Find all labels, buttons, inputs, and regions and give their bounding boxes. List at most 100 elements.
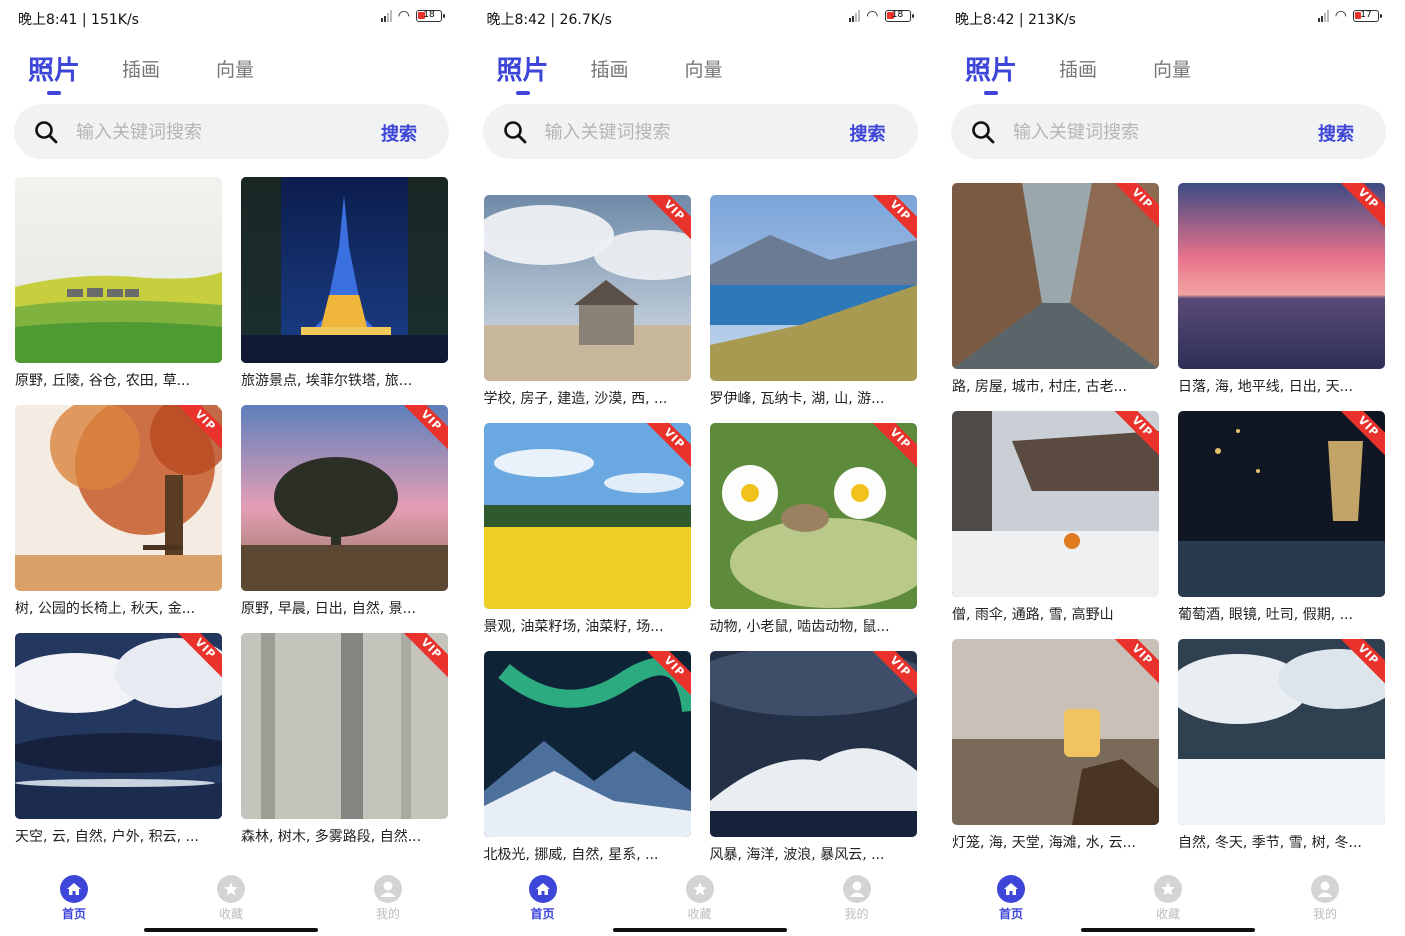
phone-screen: 晚上8:41 | 151K/s ◠ 18 照片 插画 向量搜索 原野, 丘陵, 谷仓, 农… [0, 0, 468, 936]
search-input[interactable] [76, 117, 356, 147]
tab-label: 插画 [122, 59, 161, 81]
tab-illustration[interactable]: 插画 [122, 55, 160, 82]
image-card[interactable]: VIP 天空, 云, 自然, 户外, 积云, ... [15, 633, 222, 847]
tab-illustration[interactable]: 插画 [591, 55, 629, 82]
image-card[interactable]: VIP 动物, 小老鼠, 啮齿动物, 鼠... [709, 423, 917, 637]
battery-text: 18 [891, 10, 904, 20]
nav-label: 首页 [998, 907, 1023, 921]
status-bar: 晚上8:41 | 151K/s ◠ 18 [0, 0, 468, 36]
image-thumbnail[interactable]: VIP [1178, 411, 1385, 597]
search-input[interactable] [1013, 117, 1293, 147]
search-icon [34, 120, 58, 144]
tab-label: 向量 [1153, 59, 1192, 81]
image-card[interactable]: VIP 树, 公园的长椅上, 秋天, 金... [15, 405, 222, 619]
image-thumbnail[interactable]: VIP [952, 639, 1159, 825]
tab-label: 向量 [684, 59, 723, 81]
screenshot-root: 晚上8:41 | 151K/s ◠ 18 照片 插画 向量搜索 原野, 丘陵, 谷仓, 农… [0, 0, 1405, 936]
home-indicator[interactable] [1081, 928, 1255, 932]
image-thumbnail[interactable] [15, 177, 222, 363]
image-thumbnail[interactable]: VIP [241, 633, 448, 819]
tab-illustration[interactable]: 插画 [1059, 55, 1097, 82]
image-card[interactable]: VIP 北极光, 挪威, 自然, 星系, ... [483, 651, 691, 865]
signal-icon [849, 10, 861, 22]
tab-vector[interactable]: 向量 [1153, 55, 1191, 82]
search-input[interactable] [544, 117, 825, 147]
nav-profile[interactable]: 我的 [1295, 875, 1355, 922]
home-icon [60, 875, 88, 903]
search-bar: 搜索 [14, 104, 449, 159]
nav-favorites[interactable]: 收藏 [201, 875, 261, 922]
image-thumbnail[interactable]: VIP [952, 411, 1159, 597]
tab-vector[interactable]: 向量 [685, 55, 723, 82]
search-button[interactable]: 搜索 [850, 120, 886, 146]
nav-profile[interactable]: 我的 [827, 875, 887, 922]
image-card[interactable]: VIP 罗伊峰, 瓦纳卡, 湖, 山, 游... [709, 195, 917, 409]
status-time: 晚上8:42 | 26.7K/s [486, 12, 612, 28]
image-thumbnail[interactable]: VIP [483, 423, 691, 609]
tab-label: 向量 [216, 59, 255, 81]
image-card[interactable]: VIP 风暴, 海洋, 波浪, 暴风云, ... [709, 651, 917, 865]
tab-indicator [515, 91, 530, 95]
tab-photo[interactable]: 照片 [965, 50, 1017, 95]
image-caption: 原野, 早晨, 日出, 自然, 景... [241, 601, 416, 617]
status-bar: 晚上8:42 | 26.7K/s ◠ 18 [469, 0, 937, 36]
tab-label: 照片 [28, 56, 81, 86]
image-thumbnail[interactable]: VIP [483, 195, 691, 381]
bottom-nav: 首页 收藏 我的 [468, 865, 937, 936]
image-caption: 路, 房屋, 城市, 村庄, 古老... [952, 379, 1127, 395]
nav-favorites[interactable]: 收藏 [670, 875, 730, 922]
image-thumbnail[interactable]: VIP [709, 195, 917, 381]
image-card[interactable]: VIP 灯笼, 海, 天堂, 海滩, 水, 云... [952, 639, 1159, 853]
image-card[interactable]: VIP 葡萄酒, 眼镜, 吐司, 假期, ... [1178, 411, 1385, 625]
nav-profile[interactable]: 我的 [358, 875, 418, 922]
signal-icon [1317, 10, 1329, 22]
search-button[interactable]: 搜索 [1318, 120, 1354, 146]
search-button[interactable]: 搜索 [381, 120, 417, 146]
home-indicator[interactable] [144, 928, 318, 932]
image-thumbnail[interactable]: VIP [241, 405, 448, 591]
image-thumbnail[interactable]: VIP [1178, 639, 1385, 825]
nav-label: 首页 [530, 907, 555, 921]
image-thumbnail[interactable]: VIP [1178, 183, 1385, 369]
category-tabs: 照片 插画 向量 [937, 50, 1405, 95]
nav-home[interactable]: 首页 [44, 875, 104, 922]
tab-photo[interactable]: 照片 [497, 50, 549, 95]
image-card[interactable]: VIP 原野, 早晨, 日出, 自然, 景... [241, 405, 448, 619]
image-card[interactable]: VIP 僧, 雨伞, 通路, 雪, 高野山 [952, 411, 1159, 625]
image-thumbnail[interactable] [241, 177, 448, 363]
status-icons: ◠ 18 [380, 9, 445, 23]
image-card[interactable]: VIP 自然, 冬天, 季节, 雪, 树, 冬... [1178, 639, 1385, 853]
image-card[interactable]: VIP 学校, 房子, 建造, 沙漠, 西, ... [483, 195, 691, 409]
status-time: 晚上8:41 | 151K/s [18, 12, 139, 28]
image-thumbnail[interactable]: VIP [15, 405, 222, 591]
tab-label: 插画 [1059, 59, 1098, 81]
tab-photo[interactable]: 照片 [28, 50, 81, 95]
search-bar: 搜索 [951, 104, 1386, 159]
image-thumbnail[interactable]: VIP [709, 651, 917, 837]
image-thumbnail[interactable]: VIP [15, 633, 222, 819]
image-card[interactable]: 旅游景点, 埃菲尔铁塔, 旅... [241, 177, 448, 391]
status-icons: ◠ 18 [849, 9, 914, 23]
bottom-nav: 首页 收藏 我的 [937, 865, 1405, 936]
image-caption: 自然, 冬天, 季节, 雪, 树, 冬... [1178, 835, 1362, 851]
image-grid: 原野, 丘陵, 谷仓, 农田, 草... 旅游景点, 埃菲尔铁塔, 旅... V… [15, 177, 449, 847]
image-thumbnail[interactable]: VIP [709, 423, 917, 609]
image-card[interactable]: VIP 景观, 油菜籽场, 油菜籽, 场... [483, 423, 691, 637]
image-card[interactable]: VIP 森林, 树木, 多雾路段, 自然... [241, 633, 448, 847]
battery-icon: 17 [1353, 10, 1382, 22]
nav-home[interactable]: 首页 [513, 875, 573, 922]
nav-home[interactable]: 首页 [981, 875, 1041, 922]
nav-label: 收藏 [1155, 907, 1180, 921]
image-card[interactable]: 原野, 丘陵, 谷仓, 农田, 草... [15, 177, 222, 391]
image-caption: 景观, 油菜籽场, 油菜籽, 场... [483, 619, 664, 635]
image-caption: 风暴, 海洋, 波浪, 暴风云, ... [709, 847, 885, 863]
phone-screen: 晚上8:42 | 213K/s ◠ 17 照片 插画 向量搜索 VIP 路, 房屋, 城市,… [937, 0, 1405, 936]
image-card[interactable]: VIP 日落, 海, 地平线, 日出, 天... [1178, 183, 1385, 397]
battery-text: 18 [423, 10, 435, 20]
tab-vector[interactable]: 向量 [216, 55, 254, 82]
image-card[interactable]: VIP 路, 房屋, 城市, 村庄, 古老... [952, 183, 1159, 397]
image-thumbnail[interactable]: VIP [952, 183, 1159, 369]
nav-favorites[interactable]: 收藏 [1138, 875, 1198, 922]
home-indicator[interactable] [612, 928, 787, 932]
image-thumbnail[interactable]: VIP [483, 651, 691, 837]
